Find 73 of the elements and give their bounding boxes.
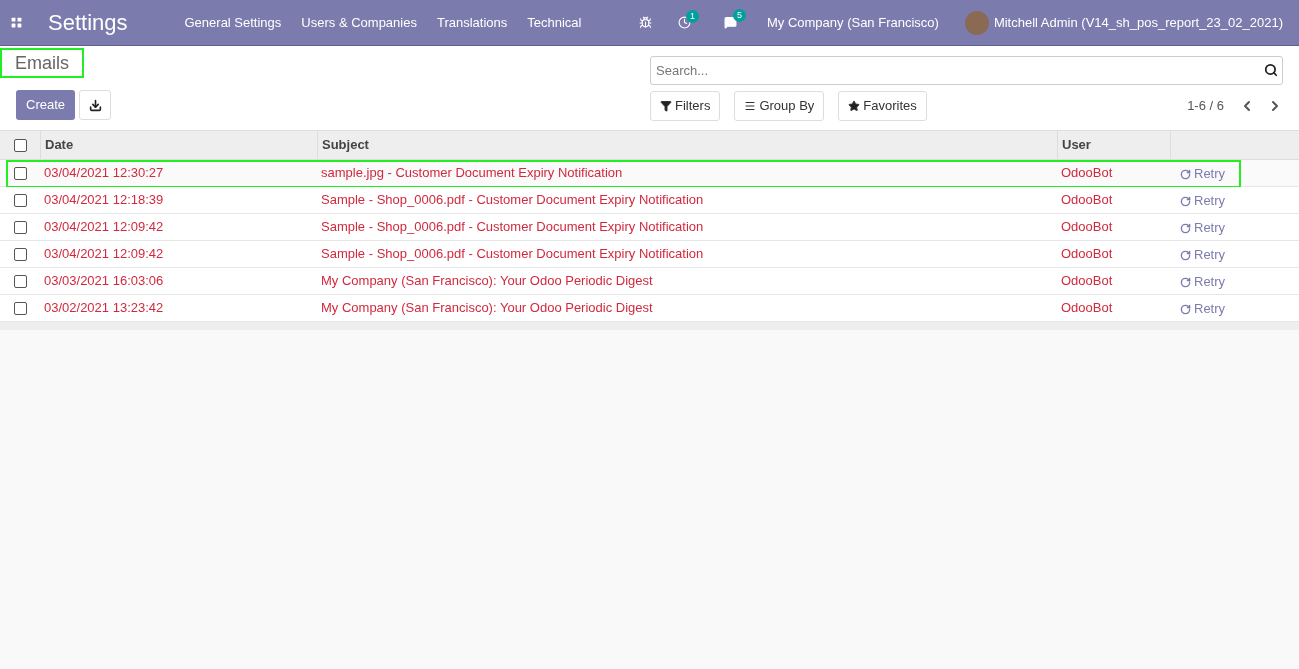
create-button[interactable]: Create [16,90,76,120]
activity-count-badge: 1 [685,10,699,23]
retry-button[interactable]: Retry [1180,218,1226,238]
date-cell-text: 03/04/2021 12:09:42 [43,245,165,264]
checkbox[interactable] [13,301,27,315]
retry-button[interactable]: Retry [1180,245,1226,265]
table-row[interactable]: 03/02/2021 13:23:42 My Company (San Francisco): Your Odoo Periodic Digest OdooBot Retry [0,295,1299,322]
user-cell-text: OdooBot [1060,272,1114,291]
search-option-button[interactable]: Group By [734,91,825,121]
star-icon [848,100,861,112]
message-count-badge: 5 [732,9,746,22]
user-cell-text: OdooBot [1060,191,1114,210]
user-menu[interactable]: Mitchell Admin (V14_sh_pos_report_23_02_2021) [993,12,1283,33]
user-cell-text: OdooBot [1060,218,1114,237]
clock-icon[interactable] [677,16,691,29]
subject-cell-text: Sample - Shop_0006.pdf - Customer Document Expiry Notification [320,191,705,210]
user-cell-text: OdooBot [1060,245,1114,264]
retry-button[interactable]: Retry [1180,191,1226,211]
download-icon [88,98,102,112]
column-header[interactable]: Date [40,131,317,159]
refresh-icon [1180,249,1191,261]
subject-cell-text: My Company (San Francisco): Your Odoo Periodic Digest [320,299,654,318]
refresh-icon [1180,276,1191,288]
list-icon [744,100,757,112]
checkbox[interactable] [13,247,27,261]
checkbox[interactable] [13,274,27,288]
menu-item[interactable]: General Settings [184,12,282,33]
download-button[interactable] [79,90,112,120]
page-title: Emails [2,50,82,76]
menu-item[interactable]: Technical [527,12,582,33]
user-cell-text: OdooBot [1060,299,1114,318]
search-field[interactable]: Search... [650,56,1283,85]
date-cell-text: 03/04/2021 12:18:39 [43,191,165,210]
search-option-button[interactable]: Favorites [838,91,927,121]
checkbox[interactable] [13,166,27,180]
table-row[interactable]: 03/04/2021 12:09:42 Sample - Shop_0006.pdf - Customer Document Expiry Notification OdooBot Retry [0,241,1299,268]
user-cell-text: OdooBot [1060,164,1114,183]
retry-button[interactable]: Retry [1180,164,1226,184]
table-row[interactable]: 03/03/2021 16:03:06 My Company (San Francisco): Your Odoo Periodic Digest OdooBot Retry [0,268,1299,295]
app-title: Settings [48,9,128,37]
company-switcher[interactable]: My Company (San Francisco) [766,12,939,33]
refresh-icon [1180,222,1191,234]
refresh-icon [1180,168,1191,180]
retry-button[interactable]: Retry [1180,272,1226,292]
search-option-button[interactable]: Filters [650,91,721,121]
subject-cell-text: My Company (San Francisco): Your Odoo Periodic Digest [320,272,654,291]
search-icon[interactable] [1264,63,1278,77]
retry-button[interactable]: Retry [1180,299,1226,319]
bug-icon[interactable] [638,16,652,29]
date-cell-text: 03/04/2021 12:30:27 [43,164,165,183]
column-header[interactable]: User [1057,131,1170,159]
chat-icon[interactable] [723,16,737,29]
subject-cell-text: Sample - Shop_0006.pdf - Customer Document Expiry Notification [320,218,705,237]
refresh-icon [1180,303,1191,315]
avatar [964,10,989,35]
checkbox[interactable] [13,193,27,207]
checkbox[interactable] [13,138,27,152]
date-cell-text: 03/02/2021 13:23:42 [43,299,165,318]
apps-menu-icon[interactable] [10,16,23,29]
filter-icon [660,100,672,112]
table-row[interactable]: 03/04/2021 12:18:39 Sample - Shop_0006.pdf - Customer Document Expiry Notification OdooBot Retry [0,187,1299,214]
subject-cell-text: Sample - Shop_0006.pdf - Customer Document Expiry Notification [320,245,705,264]
date-cell-text: 03/03/2021 16:03:06 [43,272,165,291]
menu-item[interactable]: Translations [436,12,508,33]
pager-value: 1-6 / 6 [1187,97,1224,116]
menu-item[interactable]: Users & Companies [301,12,417,33]
table-row[interactable]: 03/04/2021 12:09:42 Sample - Shop_0006.pdf - Customer Document Expiry Notification OdooBot Retry [0,214,1299,241]
date-cell-text: 03/04/2021 12:09:42 [43,218,165,237]
table-row[interactable]: 03/04/2021 12:30:27 sample.jpg - Customer Document Expiry Notification OdooBot Retry [0,160,1299,187]
refresh-icon [1180,195,1191,207]
subject-cell-text: sample.jpg - Customer Document Expiry Notification [320,164,624,183]
column-header[interactable]: Subject [317,131,1057,159]
checkbox[interactable] [13,220,27,234]
